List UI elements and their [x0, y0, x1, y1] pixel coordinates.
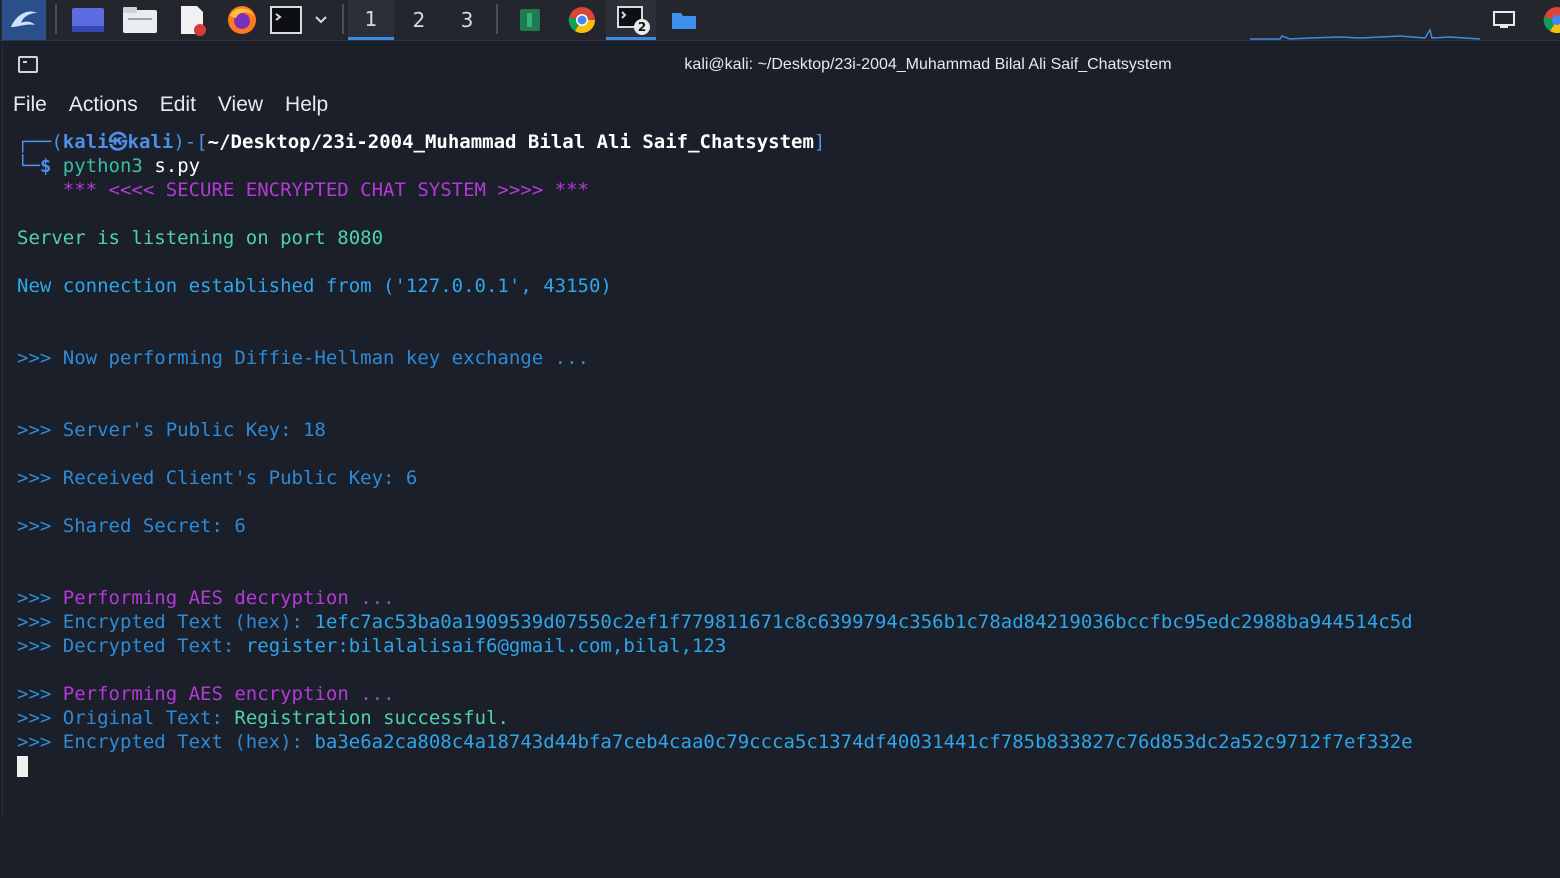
- prompt-at: ㉿: [108, 131, 128, 153]
- text-editor-icon[interactable]: [170, 0, 214, 40]
- workspace-1[interactable]: 1: [348, 0, 394, 40]
- decrypted-text-line: >>> Decrypted Text: register:bilalalisai…: [17, 634, 726, 658]
- menubar: File Actions Edit View Help: [3, 90, 340, 120]
- encrypted-hex-label: Encrypted Text (hex):: [62, 611, 303, 633]
- menu-help[interactable]: Help: [275, 90, 340, 120]
- decrypted-text-value: register:bilalalisaif6@gmail.com,bilal,1…: [245, 635, 727, 657]
- dh-line: >>> Now performing Diffie-Hellman key ex…: [17, 347, 589, 369]
- window-titlebar[interactable]: kali@kali: ~/Desktop/23i-2004_Muhammad B…: [3, 44, 1559, 86]
- display-icon[interactable]: [1484, 0, 1524, 40]
- prompt-frame: )-[: [173, 131, 208, 153]
- banner-line: *** <<<< SECURE ENCRYPTED CHAT SYSTEM >>…: [17, 179, 589, 201]
- menu-actions[interactable]: Actions: [59, 90, 150, 120]
- encrypted-hex-line-2: >>> Encrypted Text (hex): ba3e6a2ca808c4…: [17, 730, 1413, 754]
- window-title: kali@kali: ~/Desktop/23i-2004_Muhammad B…: [684, 56, 1172, 73]
- command-line: └─$ python3 s.py: [17, 154, 200, 178]
- prompt-user: kali: [62, 131, 109, 153]
- server-public-key-line: >>> Server's Public Key: 18: [17, 419, 326, 441]
- original-text-value: Registration successful.: [234, 707, 509, 729]
- chevron-down-icon[interactable]: [308, 0, 334, 40]
- chrome-icon[interactable]: [560, 0, 604, 40]
- chrome-icon-2[interactable]: [1536, 0, 1560, 40]
- encrypted-hex-label: Encrypted Text (hex):: [62, 731, 303, 753]
- prompt-line: ┌──(kali㉿kali)-[~/Desktop/23i-2004_Muham…: [17, 130, 825, 154]
- prompt-frame: ]: [813, 131, 826, 153]
- aes-decryption-line: >>> Performing AES decryption ...: [17, 586, 395, 610]
- prompt-frame: ┌──(: [17, 131, 63, 153]
- listening-line: Server is listening on port 8080: [17, 227, 384, 249]
- taskbar-separator: [496, 4, 498, 34]
- app-green-icon[interactable]: [508, 0, 552, 40]
- encrypted-hex-value: ba3e6a2ca808c4a18743d44bfa7ceb4caa0c79cc…: [314, 731, 1413, 753]
- prompt-dollar: $: [39, 155, 52, 177]
- firefox-icon[interactable]: [220, 0, 264, 40]
- aes-encryption-line: >>> Performing AES encryption ...: [17, 682, 395, 706]
- taskbar-separator: [342, 4, 344, 34]
- folder-icon[interactable]: [662, 0, 706, 40]
- original-text-line: >>> Original Text: Registration successf…: [17, 706, 509, 730]
- terminal-window: kali@kali: ~/Desktop/23i-2004_Muhammad B…: [2, 44, 1559, 817]
- taskbar-separator: [55, 4, 57, 34]
- menu-file[interactable]: File: [3, 90, 59, 120]
- chevrons: >>>: [17, 587, 52, 609]
- menu-edit[interactable]: Edit: [150, 90, 208, 120]
- original-text-label: Original Text:: [62, 707, 223, 729]
- taskbar: 1 2 3 2: [0, 0, 1560, 41]
- chevrons: >>>: [17, 611, 52, 633]
- aes-encryption-label: Performing AES encryption ...: [62, 683, 395, 705]
- desktop-icon[interactable]: [68, 0, 108, 40]
- shared-secret-line: >>> Shared Secret: 6: [17, 515, 246, 537]
- command-arg: s.py: [154, 155, 201, 177]
- workspace-2[interactable]: 2: [396, 0, 442, 40]
- terminal-count-badge: 2: [634, 19, 650, 35]
- prompt-host: kali: [127, 131, 174, 153]
- terminal-active-icon[interactable]: 2: [606, 0, 656, 40]
- chevrons: >>>: [17, 731, 52, 753]
- terminal-output[interactable]: ┌──(kali㉿kali)-[~/Desktop/23i-2004_Muham…: [17, 130, 1557, 820]
- decrypted-text-label: Decrypted Text:: [62, 635, 235, 657]
- workspace-3[interactable]: 3: [444, 0, 490, 40]
- chevrons: >>>: [17, 707, 52, 729]
- cpu-graph: [1250, 28, 1480, 40]
- chevrons: >>>: [17, 683, 52, 705]
- prompt-frame: └─: [17, 155, 40, 177]
- encrypted-hex-line: >>> Encrypted Text (hex): 1efc7ac53ba0a1…: [17, 610, 1413, 634]
- prompt-path: ~/Desktop/23i-2004_Muhammad Bilal Ali Sa…: [207, 131, 814, 153]
- encrypted-hex-value: 1efc7ac53ba0a1909539d07550c2ef1f77981167…: [314, 611, 1413, 633]
- kali-dragon-icon[interactable]: [2, 0, 46, 40]
- terminal-icon[interactable]: [268, 0, 304, 40]
- aes-decryption-label: Performing AES decryption ...: [62, 587, 395, 609]
- connection-line: New connection established from ('127.0.…: [17, 275, 612, 297]
- menu-view[interactable]: View: [208, 90, 275, 120]
- chevrons: >>>: [17, 635, 52, 657]
- file-manager-icon[interactable]: [118, 0, 162, 40]
- client-public-key-line: >>> Received Client's Public Key: 6: [17, 467, 418, 489]
- text-cursor: [17, 756, 28, 777]
- command-name: python3: [62, 155, 143, 177]
